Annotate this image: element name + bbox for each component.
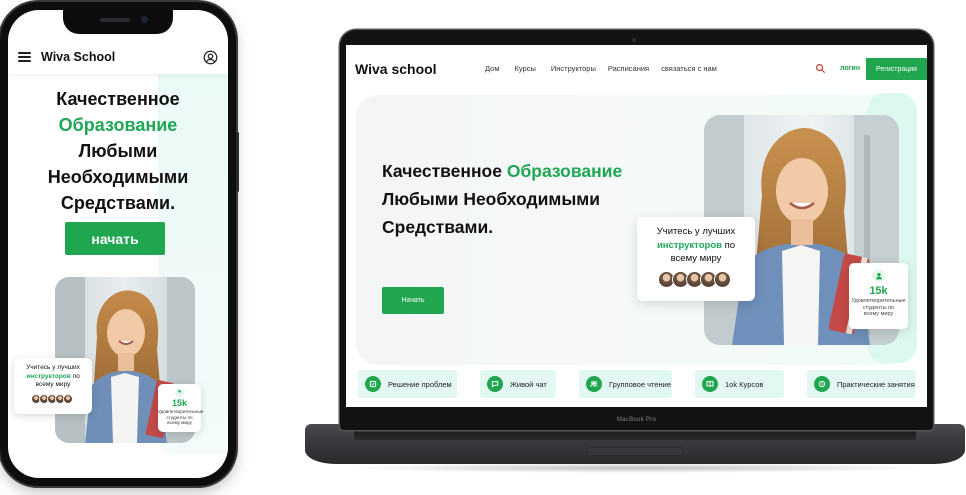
phone-power-button xyxy=(236,132,239,192)
hero-title-line: Любыми Необходимыми xyxy=(382,189,600,209)
students-stat-card: ● 15k Удовлетворительные студенты по все… xyxy=(158,384,204,432)
feature-label: Групповое чтение xyxy=(609,379,672,389)
students-icon xyxy=(872,269,885,282)
hero-title-line: Любыми xyxy=(78,141,158,161)
laptop-brand-label: MacBook Pro xyxy=(616,417,657,423)
speaker-grille xyxy=(100,18,130,22)
hamburger-icon[interactable] xyxy=(18,52,31,62)
hero-title-line: Необходимыми xyxy=(47,167,189,187)
user-circle-icon[interactable] xyxy=(203,50,218,65)
stat-text: всему миру xyxy=(863,311,894,317)
hero-title-line: Качественное xyxy=(382,161,507,181)
laptop-shadow xyxy=(340,463,930,473)
instructors-card: Учитесь у лучших инструкторов по всему м… xyxy=(14,358,92,414)
laptop-trackpad xyxy=(587,447,683,456)
laptop-base xyxy=(305,424,965,464)
nav-item-contact[interactable]: связаться с нам xyxy=(661,64,717,73)
card-text: всему миру xyxy=(670,253,722,264)
features-row: Решение проблем Живой чат Групповое чтен… xyxy=(358,370,927,400)
phone-notch xyxy=(63,10,173,34)
feature-live-chat[interactable]: Живой чат xyxy=(480,370,556,398)
hero-title-accent: Образование xyxy=(506,161,623,181)
site-header: Wiva school Дом Курсы Инструкторы Распис… xyxy=(346,45,927,89)
laptop-screen: Wiva school Дом Курсы Инструкторы Распис… xyxy=(346,45,927,407)
hero-title: Качественное Образование Любыми Необходи… xyxy=(16,86,220,216)
feature-courses[interactable]: 1оk Курсов xyxy=(695,370,784,398)
card-text: по xyxy=(70,372,80,380)
feature-label: Практические занятия xyxy=(837,379,915,389)
book-icon xyxy=(702,376,718,392)
register-button[interactable]: Регистрация xyxy=(866,58,927,80)
nav-item-courses[interactable]: Курсы xyxy=(515,64,536,73)
nav-item-instructors[interactable]: Инструкторы xyxy=(551,64,596,73)
card-text: по xyxy=(721,239,736,251)
phone-screen: Wiva School Качественное Образование Люб… xyxy=(8,10,228,478)
instructor-avatars xyxy=(14,393,92,404)
stat-value: 15k xyxy=(869,285,888,297)
nav-item-home[interactable]: Дом xyxy=(485,64,500,73)
card-text: Учитесь у лучших xyxy=(656,226,736,237)
phone-mockup: Wiva School Качественное Образование Люб… xyxy=(0,2,239,486)
search-icon[interactable] xyxy=(815,63,826,74)
students-stat-card: 15k Удовлетворительные студенты по всему… xyxy=(849,263,908,329)
start-button[interactable]: начать xyxy=(65,222,165,255)
instructor-avatars xyxy=(637,270,755,288)
site-logo[interactable]: Wiva School xyxy=(41,50,115,64)
front-camera xyxy=(141,16,148,23)
site-logo[interactable]: Wiva school xyxy=(355,61,437,77)
stat-text: Удовлетворительные xyxy=(851,298,906,304)
start-button[interactable]: Начать xyxy=(382,287,444,314)
avatar xyxy=(63,393,73,404)
practice-icon xyxy=(814,376,830,392)
card-accent-text: инструкторов xyxy=(26,372,71,380)
feature-label: 1оk Курсов xyxy=(725,379,764,389)
laptop-keyboard xyxy=(354,430,916,440)
students-icon: ● xyxy=(175,388,184,397)
card-accent-text: инструкторов xyxy=(656,239,722,251)
laptop-camera xyxy=(632,38,636,42)
mobile-header: Wiva School xyxy=(8,40,228,74)
feature-label: Живой чат xyxy=(510,379,547,389)
card-text: всему миру xyxy=(35,381,71,388)
feature-practice[interactable]: Практические занятия xyxy=(807,370,916,398)
stat-text: всему миру xyxy=(167,420,192,425)
chat-icon xyxy=(487,376,503,392)
avatar xyxy=(714,270,731,288)
login-link[interactable]: логин xyxy=(840,65,860,72)
feature-label: Решение проблем xyxy=(388,379,452,389)
hero-title-line: Качественное xyxy=(56,89,180,109)
laptop-lid: MacBook Pro Wiva school Дом Курсы Инстру… xyxy=(340,30,933,430)
stat-value: 15k xyxy=(171,398,188,408)
feature-problem-solving[interactable]: Решение проблем xyxy=(358,370,457,398)
feature-group-reading[interactable]: Групповое чтение xyxy=(579,370,672,398)
group-icon xyxy=(586,376,602,392)
main-nav: Дом Курсы Инструкторы Расписания связать… xyxy=(485,64,732,73)
instructors-card: Учитесь у лучших инструкторов по всему м… xyxy=(637,217,755,301)
card-text: Учитесь у лучших xyxy=(26,364,80,371)
problem-solving-icon xyxy=(365,376,381,392)
stat-text: Удовлетворительные xyxy=(158,409,204,414)
hero-title-accent: Образование xyxy=(58,115,178,135)
nav-item-schedule[interactable]: Расписания xyxy=(608,64,649,73)
hero-title-line: Средствами. xyxy=(60,193,176,213)
